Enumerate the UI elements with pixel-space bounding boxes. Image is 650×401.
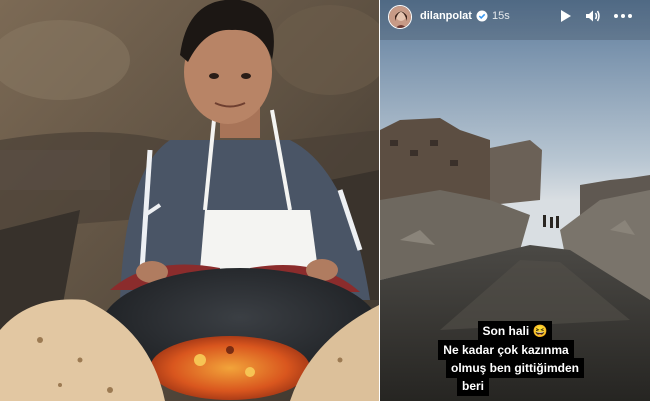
caption-line-1: Son hali 😆	[380, 321, 650, 341]
more-options-icon[interactable]	[612, 7, 634, 25]
verified-badge-icon	[476, 10, 488, 22]
caption-line-2: Ne kadar çok kazınma	[380, 340, 650, 360]
caption-text: olmuş ben gittiğimden	[446, 358, 584, 378]
avatar[interactable]	[388, 5, 412, 29]
volume-icon[interactable]	[584, 7, 602, 25]
play-icon[interactable]	[556, 7, 574, 25]
caption-text: beri	[456, 376, 489, 396]
caption-text: Ne kadar çok kazınma	[438, 340, 574, 360]
story-panel[interactable]: dilanpolat 15s Son hali 😆 Ne kadar çok k…	[380, 0, 650, 401]
caption-line-4: beri	[380, 376, 650, 396]
avatar-image	[389, 6, 411, 28]
left-photo	[0, 0, 379, 401]
boy-with-flatbread-photo	[0, 0, 379, 401]
username[interactable]: dilanpolat	[420, 10, 472, 22]
caption-text: Son hali 😆	[477, 321, 553, 341]
story-time: 15s	[492, 10, 510, 22]
caption-line-3: olmuş ben gittiğimden	[380, 358, 650, 378]
story-header: dilanpolat 15s	[380, 0, 650, 36]
